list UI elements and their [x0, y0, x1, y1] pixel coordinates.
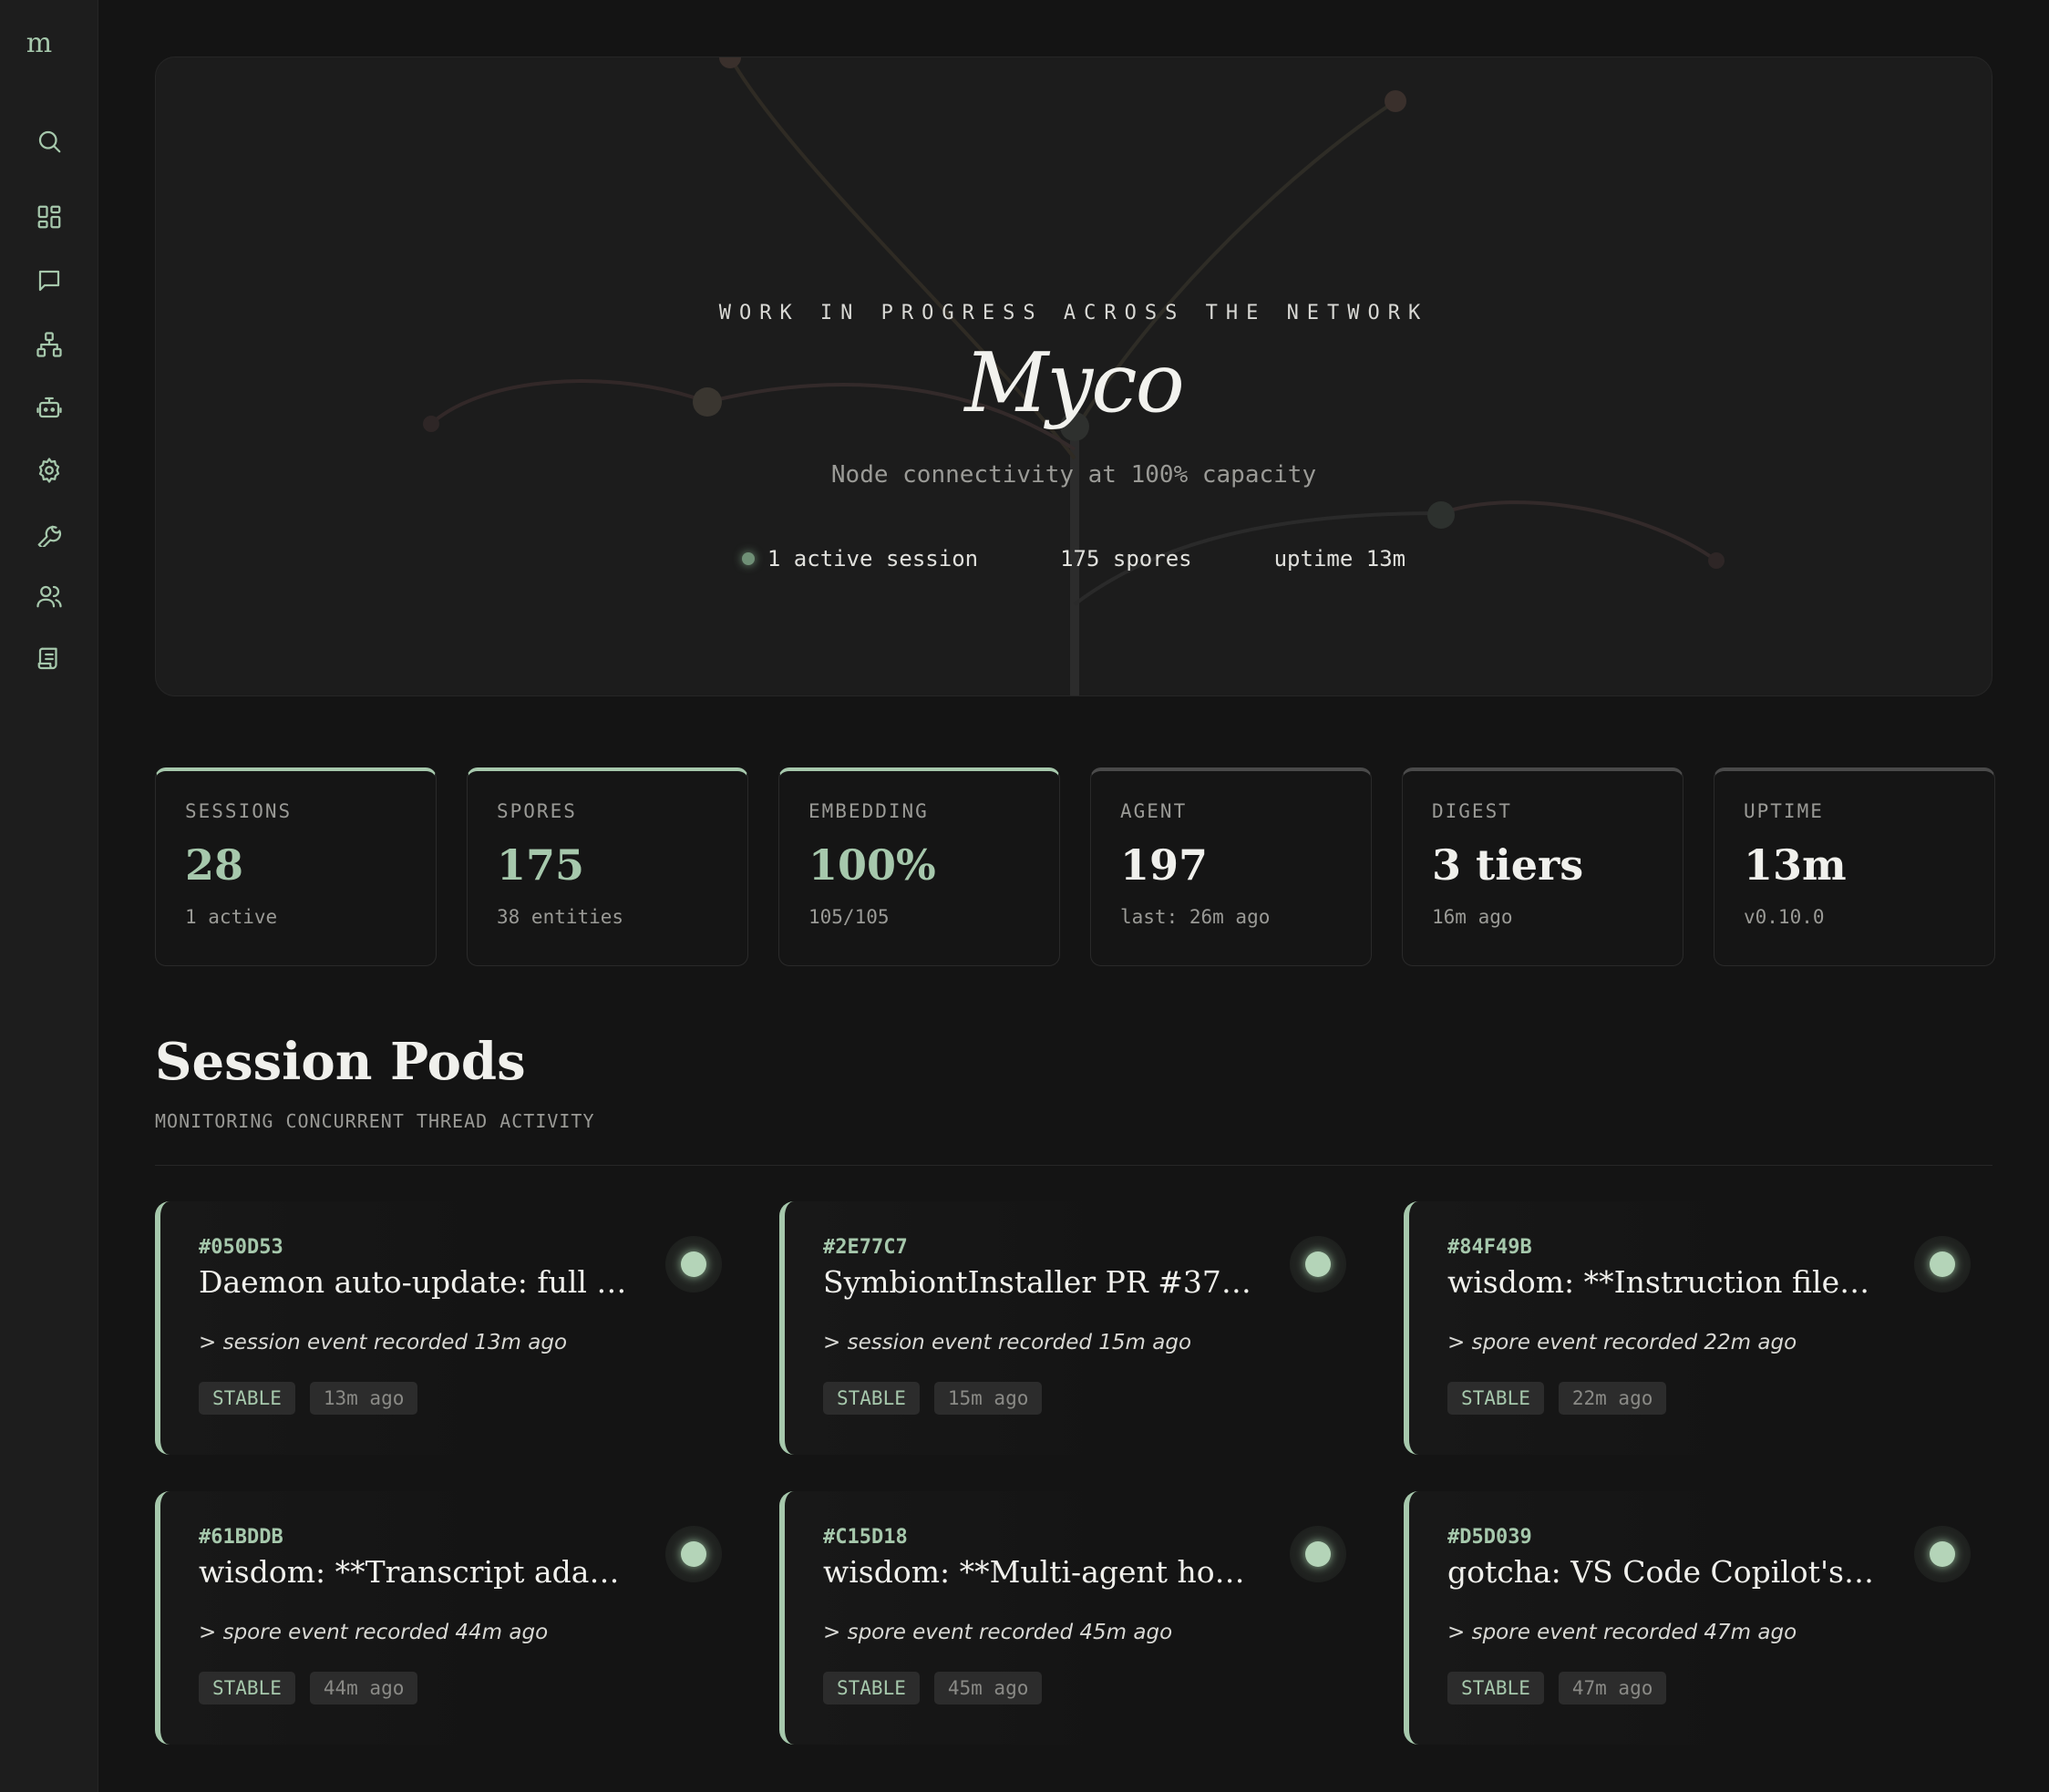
age-badge: 13m ago	[309, 1382, 418, 1415]
divider	[155, 1165, 1992, 1166]
pod-tags: STABLE 22m ago	[1447, 1382, 1978, 1415]
pod-id: #2E77C7	[823, 1236, 908, 1259]
app-logo[interactable]: m	[0, 27, 78, 59]
pod-title: Daemon auto-update: full desi...	[199, 1264, 629, 1300]
pod-status-indicator-icon	[1914, 1526, 1971, 1582]
pod-tags: STABLE 15m ago	[823, 1382, 1354, 1415]
stat-card-sessions[interactable]: SESSIONS 28 1 active	[155, 767, 437, 966]
pod-id: #C15D18	[823, 1526, 908, 1549]
age-badge: 15m ago	[933, 1382, 1043, 1415]
pod-status-indicator-icon	[1914, 1236, 1971, 1293]
pod-title: wisdom: **Multi-agent hook n...	[823, 1554, 1253, 1590]
dashboard-icon[interactable]	[32, 200, 67, 234]
hero-stat-sessions: 1 active session	[741, 546, 979, 572]
pod-tags: STABLE 47m ago	[1447, 1672, 1978, 1704]
age-badge: 45m ago	[933, 1672, 1043, 1704]
pod-tags: STABLE 44m ago	[199, 1672, 729, 1704]
search-icon[interactable]	[32, 124, 67, 159]
pod-status-indicator-icon	[1290, 1526, 1346, 1582]
status-badge: STABLE	[199, 1382, 295, 1415]
session-pod[interactable]: #84F49B wisdom: **Instruction file man..…	[1404, 1201, 1978, 1455]
status-badge: STABLE	[199, 1672, 295, 1704]
status-badge: STABLE	[823, 1382, 920, 1415]
hero-subtitle: Node connectivity at 100% capacity	[830, 461, 1317, 489]
stat-subtext: 38 entities	[497, 906, 624, 928]
chat-icon[interactable]	[32, 263, 67, 298]
main-content: WORK IN PROGRESS ACROSS THE NETWORK Myco…	[98, 0, 2049, 1792]
pod-title: wisdom: **Transcript adapter ...	[199, 1554, 629, 1590]
pod-title: gotcha: VS Code Copilot's tran...	[1447, 1554, 1878, 1590]
hero-banner: WORK IN PROGRESS ACROSS THE NETWORK Myco…	[155, 57, 1992, 696]
pod-title: SymbiontInstaller PR #37: 6-a...	[823, 1264, 1253, 1300]
pod-id: #84F49B	[1447, 1236, 1532, 1259]
stat-label: UPTIME	[1744, 800, 1824, 822]
stat-cards: SESSIONS 28 1 active SPORES 175 38 entit…	[155, 767, 1995, 966]
pod-event: > spore event recorded 45m ago	[823, 1621, 1173, 1644]
stat-label: DIGEST	[1432, 800, 1512, 822]
session-pod[interactable]: #D5D039 gotcha: VS Code Copilot's tran..…	[1404, 1491, 1978, 1745]
pod-status-indicator-icon	[665, 1526, 722, 1582]
age-badge: 22m ago	[1558, 1382, 1667, 1415]
stat-subtext: 1 active	[185, 906, 278, 928]
hero-title: Myco	[964, 335, 1185, 431]
stat-value: 3 tiers	[1432, 840, 1584, 890]
users-icon[interactable]	[32, 579, 67, 613]
pod-title: wisdom: **Instruction file man...	[1447, 1264, 1878, 1300]
hero-eyebrow: WORK IN PROGRESS ACROSS THE NETWORK	[718, 302, 1429, 324]
robot-icon[interactable]	[32, 390, 67, 425]
stat-card-digest[interactable]: DIGEST 3 tiers 16m ago	[1402, 767, 1683, 966]
pod-event: > spore event recorded 22m ago	[1447, 1331, 1797, 1354]
stat-subtext: 16m ago	[1432, 906, 1513, 928]
stat-card-embedding[interactable]: EMBEDDING 100% 105/105	[778, 767, 1060, 966]
pod-id: #61BDDB	[199, 1526, 283, 1549]
session-pod[interactable]: #050D53 Daemon auto-update: full desi...…	[155, 1201, 729, 1455]
pod-status-indicator-icon	[665, 1236, 722, 1293]
session-pod[interactable]: #2E77C7 SymbiontInstaller PR #37: 6-a...…	[779, 1201, 1354, 1455]
session-pod[interactable]: #61BDDB wisdom: **Transcript adapter ...…	[155, 1491, 729, 1745]
section-title: Session Pods	[155, 1032, 526, 1092]
stat-label: SESSIONS	[185, 800, 293, 822]
stat-card-uptime[interactable]: UPTIME 13m v0.10.0	[1714, 767, 1995, 966]
pod-tags: STABLE 45m ago	[823, 1672, 1354, 1704]
active-status-dot	[741, 552, 755, 565]
status-badge: STABLE	[1447, 1672, 1544, 1704]
stat-card-agent[interactable]: AGENT 197 last: 26m ago	[1090, 767, 1372, 966]
sidebar: m	[0, 0, 98, 1792]
pod-id: #D5D039	[1447, 1526, 1532, 1549]
pod-event: > session event recorded 13m ago	[199, 1331, 568, 1354]
wrench-icon[interactable]	[32, 516, 67, 551]
hero-stat-uptime: uptime 13m	[1273, 546, 1406, 572]
session-pod[interactable]: #C15D18 wisdom: **Multi-agent hook n... …	[779, 1491, 1354, 1745]
gear-icon[interactable]	[32, 453, 67, 488]
stat-label: EMBEDDING	[808, 800, 929, 822]
scroll-icon[interactable]	[32, 642, 67, 676]
stat-label: SPORES	[497, 800, 577, 822]
stat-value: 28	[185, 840, 244, 890]
stat-subtext: 105/105	[808, 906, 890, 928]
stat-subtext: last: 26m ago	[1120, 906, 1271, 928]
stat-card-spores[interactable]: SPORES 175 38 entities	[467, 767, 748, 966]
section-subtitle: MONITORING CONCURRENT THREAD ACTIVITY	[155, 1110, 595, 1132]
session-pods-grid: #050D53 Daemon auto-update: full desi...…	[155, 1201, 1992, 1745]
status-badge: STABLE	[1447, 1382, 1544, 1415]
pod-id: #050D53	[199, 1236, 283, 1259]
stat-value: 100%	[808, 840, 936, 890]
stat-label: AGENT	[1120, 800, 1188, 822]
age-badge: 44m ago	[309, 1672, 418, 1704]
stat-value: 197	[1120, 840, 1209, 890]
pod-event: > spore event recorded 44m ago	[199, 1621, 549, 1644]
age-badge: 47m ago	[1558, 1672, 1667, 1704]
stat-value: 13m	[1744, 840, 1847, 890]
hero-stat-sessions-text: 1 active session	[767, 546, 979, 572]
pod-tags: STABLE 13m ago	[199, 1382, 729, 1415]
hero-stat-spores: 175 spores	[1060, 546, 1192, 572]
hero-stats: 1 active session 175 spores uptime 13m	[156, 546, 1992, 572]
stat-value: 175	[497, 840, 585, 890]
network-icon[interactable]	[32, 327, 67, 362]
pod-status-indicator-icon	[1290, 1236, 1346, 1293]
status-badge: STABLE	[823, 1672, 920, 1704]
pod-event: > session event recorded 15m ago	[823, 1331, 1192, 1354]
pod-event: > spore event recorded 47m ago	[1447, 1621, 1797, 1644]
stat-subtext: v0.10.0	[1744, 906, 1825, 928]
